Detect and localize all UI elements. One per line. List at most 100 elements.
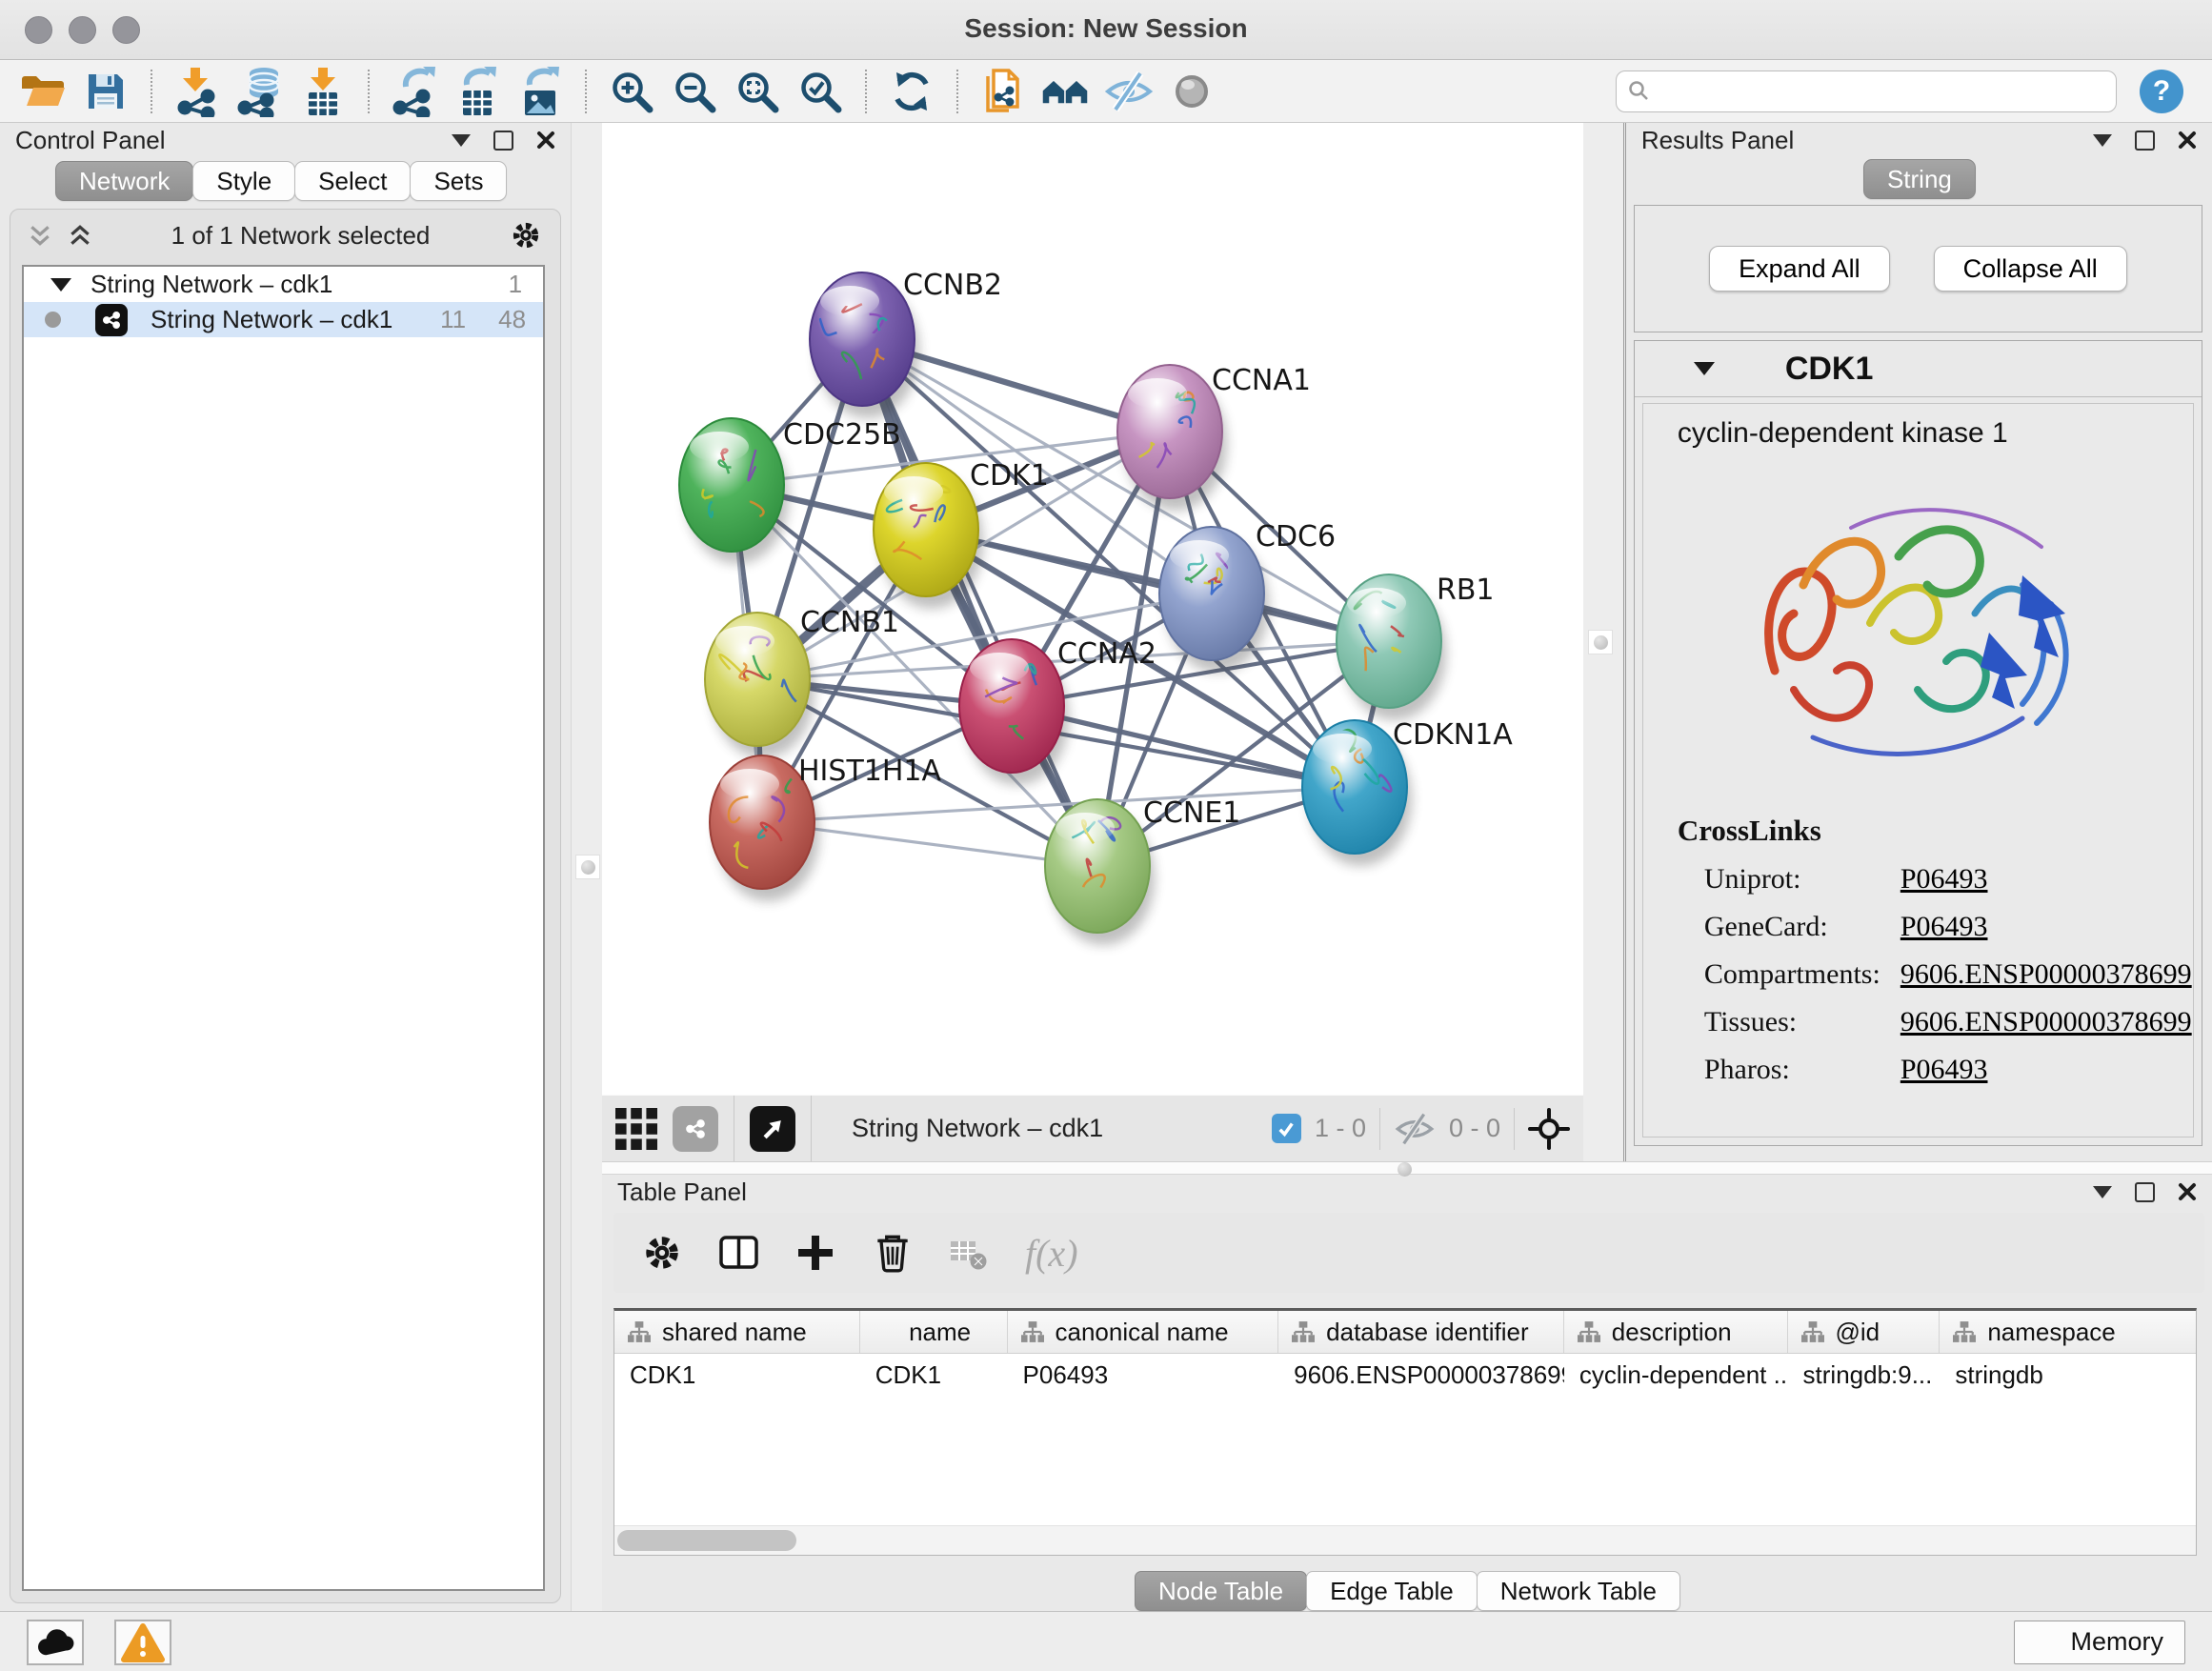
table-tabs: Node Table Edge Table Network Table — [602, 1571, 2212, 1611]
gear-icon[interactable] — [640, 1231, 684, 1275]
share-document-button[interactable] — [975, 64, 1031, 119]
column-header[interactable]: description — [1564, 1311, 1788, 1353]
function-builder-button[interactable]: f(x) — [1025, 1231, 1078, 1276]
expand-all-icon[interactable] — [68, 224, 92, 247]
network-view-title: String Network – cdk1 — [852, 1114, 1103, 1143]
panel-menu-button[interactable] — [452, 134, 471, 147]
export-image-button[interactable] — [513, 64, 568, 119]
panel-close-button[interactable] — [536, 131, 555, 150]
column-header[interactable]: database identifier — [1278, 1311, 1564, 1353]
export-network-button[interactable] — [387, 64, 442, 119]
import-database-icon — [234, 66, 286, 117]
search-input[interactable] — [1659, 75, 2104, 107]
toggle-glass-eye-button[interactable] — [1101, 64, 1156, 119]
cell-canonical-name[interactable]: P06493 — [1008, 1354, 1279, 1396]
tab-sets[interactable]: Sets — [410, 161, 507, 201]
cloud-status-button[interactable] — [27, 1620, 84, 1665]
cell-id[interactable]: stringdb:9... — [1788, 1354, 1941, 1396]
zoom-selected-button[interactable] — [793, 64, 848, 119]
tab-node-table[interactable]: Node Table — [1135, 1571, 1307, 1611]
crosslink-link[interactable]: P06493 — [1900, 1054, 2193, 1086]
tree-expand-icon[interactable] — [50, 278, 71, 292]
crosslinks-title: CrossLinks — [1678, 814, 2193, 848]
crosslink-link[interactable]: P06493 — [1900, 911, 2193, 943]
zoom-in-button[interactable] — [604, 64, 659, 119]
presentation-toggle-button[interactable] — [1164, 64, 1219, 119]
string-style-button[interactable] — [673, 1106, 718, 1152]
vertical-splitter[interactable] — [571, 123, 602, 1611]
panel-float-button[interactable] — [2135, 131, 2155, 151]
help-button[interactable]: ? — [2140, 70, 2183, 113]
search-field[interactable] — [1616, 70, 2117, 112]
save-session-button[interactable] — [78, 64, 133, 119]
tab-select[interactable]: Select — [294, 161, 411, 201]
delete-table-icon[interactable] — [949, 1234, 991, 1272]
tab-network-table[interactable]: Network Table — [1477, 1571, 1680, 1611]
collapse-all-icon[interactable] — [28, 224, 52, 247]
expand-all-button[interactable]: Expand All — [1709, 246, 1890, 292]
collapse-all-button[interactable]: Collapse All — [1934, 246, 2127, 292]
import-network-button[interactable] — [170, 64, 225, 119]
zoom-out-button[interactable] — [667, 64, 722, 119]
column-header[interactable]: name — [860, 1311, 1008, 1353]
results-entry-header[interactable]: CDK1 — [1635, 341, 2202, 397]
hidden-eye-icon[interactable] — [1394, 1113, 1436, 1145]
cell-namespace[interactable]: stringdb — [1940, 1354, 2196, 1396]
vertical-splitter[interactable] — [1583, 123, 1626, 1161]
node-table[interactable]: shared name name canonical name database… — [613, 1308, 2197, 1556]
tab-string[interactable]: String — [1863, 159, 1976, 199]
network-collection-row[interactable]: String Network – cdk1 1 — [24, 267, 543, 302]
panel-close-button[interactable] — [2178, 131, 2197, 150]
results-actions: Expand All Collapse All — [1634, 205, 2202, 332]
crosshair-icon[interactable] — [1528, 1108, 1570, 1150]
crosslink-link[interactable]: 9606.ENSP00000378699 — [1900, 958, 2193, 991]
network-column-icon — [1021, 1321, 1044, 1342]
panel-float-button[interactable] — [493, 131, 513, 151]
refresh-button[interactable] — [884, 64, 939, 119]
crosslink-link[interactable]: 9606.ENSP00000378699 — [1900, 1006, 2193, 1038]
network-view-toolbar: String Network – cdk1 1 - 0 0 - 0 — [602, 1095, 1583, 1161]
cell-description[interactable]: cyclin-dependent ... — [1564, 1354, 1788, 1396]
cell-shared-name[interactable]: CDK1 — [614, 1354, 860, 1396]
column-header[interactable]: @id — [1788, 1311, 1941, 1353]
warning-status-button[interactable] — [114, 1620, 171, 1665]
panel-menu-button[interactable] — [2093, 1186, 2112, 1198]
scrollbar-thumb[interactable] — [617, 1530, 796, 1551]
column-header[interactable]: canonical name — [1008, 1311, 1279, 1353]
cell-name[interactable]: CDK1 — [860, 1354, 1008, 1396]
import-database-button[interactable] — [232, 64, 288, 119]
gear-icon[interactable] — [509, 218, 543, 252]
horizontal-splitter[interactable] — [602, 1161, 2212, 1175]
cell-database-identifier[interactable]: 9606.ENSP00000378699 — [1278, 1354, 1564, 1396]
table-row[interactable]: CDK1 CDK1 P06493 9606.ENSP00000378699 cy… — [614, 1354, 2196, 1396]
panel-close-button[interactable] — [2178, 1182, 2197, 1201]
selected-checkbox[interactable] — [1272, 1114, 1301, 1143]
tab-edge-table[interactable]: Edge Table — [1306, 1571, 1478, 1611]
string-network-graph[interactable]: CCNB2CCNA1CDC25BCDK1CDC6RB1CCNB1CCNA2CDK… — [602, 123, 1583, 1095]
select-columns-icon[interactable] — [718, 1232, 760, 1274]
zoom-fit-button[interactable] — [730, 64, 785, 119]
tab-style[interactable]: Style — [192, 161, 295, 201]
grid-view-icon[interactable] — [615, 1108, 657, 1150]
homes-button[interactable] — [1038, 64, 1094, 119]
entry-collapse-icon[interactable] — [1694, 362, 1715, 375]
splitter-handle[interactable] — [1588, 630, 1613, 654]
add-column-icon[interactable] — [794, 1232, 836, 1274]
import-table-button[interactable] — [295, 64, 351, 119]
network-canvas[interactable]: CCNB2CCNA1CDC25BCDK1CDC6RB1CCNB1CCNA2CDK… — [602, 123, 1583, 1095]
birds-eye-view-button[interactable] — [750, 1106, 795, 1152]
crosslink-link[interactable]: P06493 — [1900, 863, 2193, 896]
export-table-button[interactable] — [450, 64, 505, 119]
delete-column-icon[interactable] — [871, 1231, 915, 1275]
network-row[interactable]: String Network – cdk1 11 48 — [24, 302, 543, 337]
tab-network[interactable]: Network — [55, 161, 193, 201]
column-header[interactable]: shared name — [614, 1311, 860, 1353]
memory-button[interactable]: Memory — [2014, 1621, 2185, 1664]
horizontal-scrollbar[interactable] — [614, 1525, 2196, 1555]
open-session-button[interactable] — [15, 64, 70, 119]
column-header[interactable]: namespace — [1940, 1311, 2196, 1353]
panel-float-button[interactable] — [2135, 1182, 2155, 1202]
panel-menu-button[interactable] — [2093, 134, 2112, 147]
splitter-handle[interactable] — [1393, 1158, 1416, 1180]
splitter-handle[interactable] — [575, 855, 600, 879]
